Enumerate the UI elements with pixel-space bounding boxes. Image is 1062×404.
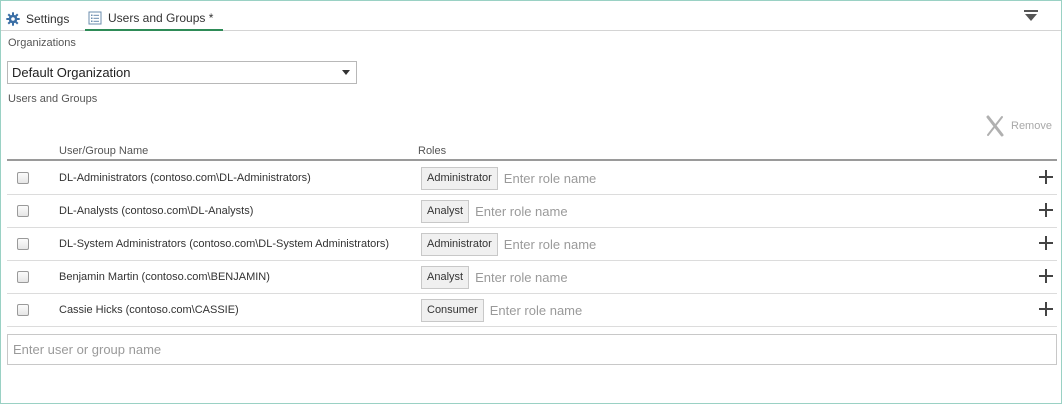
role-tag[interactable]: Analyst <box>421 265 470 289</box>
tab-bar: Settings Users and Groups * <box>1 1 1061 31</box>
role-name-input[interactable] <box>503 232 804 256</box>
table-row: DL-System Administrators (contoso.com\DL… <box>7 228 1057 261</box>
table-row: DL-Administrators (contoso.com\DL-Admini… <box>7 162 1057 195</box>
chevron-down-icon <box>342 70 350 75</box>
add-user-or-group-input[interactable] <box>7 334 1057 365</box>
roles-cell: Administrator <box>421 166 804 190</box>
tab-users-label: Users and Groups * <box>108 10 214 25</box>
gear-icon <box>5 11 21 27</box>
role-name-input[interactable] <box>475 199 776 223</box>
row-checkbox[interactable] <box>17 238 29 250</box>
user-group-name: Benjamin Martin (contoso.com\BENJAMIN) <box>59 271 270 283</box>
add-role-icon[interactable] <box>1039 236 1053 250</box>
column-header-name: User/Group Name <box>59 145 149 157</box>
add-role-icon[interactable] <box>1039 203 1053 217</box>
row-checkbox[interactable] <box>17 304 29 316</box>
organizations-label: Organizations <box>8 37 76 49</box>
add-role-icon[interactable] <box>1039 170 1053 184</box>
user-group-name: DL-Administrators (contoso.com\DL-Admini… <box>59 172 311 184</box>
row-checkbox[interactable] <box>17 172 29 184</box>
tab-settings-label: Settings <box>26 11 70 26</box>
role-tag[interactable]: Consumer <box>421 298 484 322</box>
remove-label: Remove <box>1011 120 1052 132</box>
roles-cell: Analyst <box>421 199 776 223</box>
table-row: Cassie Hicks (contoso.com\CASSIE) Consum… <box>7 294 1057 327</box>
organization-selected-value: Default Organization <box>12 65 131 80</box>
add-role-icon[interactable] <box>1039 269 1053 283</box>
role-name-input[interactable] <box>503 166 804 190</box>
users-and-groups-label: Users and Groups <box>8 93 98 105</box>
remove-icon <box>986 115 1004 137</box>
overflow-menu-icon[interactable] <box>1023 9 1039 23</box>
roles-cell: Administrator <box>421 232 804 256</box>
column-header-roles: Roles <box>418 145 447 157</box>
tab-users-and-groups[interactable]: Users and Groups * <box>85 6 223 31</box>
user-group-name: DL-Analysts (contoso.com\DL-Analysts) <box>59 205 254 217</box>
user-group-name: DL-System Administrators (contoso.com\DL… <box>59 238 390 250</box>
row-checkbox[interactable] <box>17 271 29 283</box>
roles-cell: Consumer <box>421 298 790 322</box>
role-name-input[interactable] <box>489 298 790 322</box>
tab-settings[interactable]: Settings <box>5 6 69 31</box>
role-tag[interactable]: Analyst <box>421 199 470 223</box>
role-name-input[interactable] <box>475 265 776 289</box>
row-checkbox[interactable] <box>17 205 29 217</box>
list-icon <box>87 10 103 26</box>
role-tag[interactable]: Administrator <box>421 166 498 190</box>
organization-dropdown[interactable]: Default Organization <box>7 61 357 84</box>
remove-button[interactable]: Remove <box>985 114 1052 138</box>
user-group-name: Cassie Hicks (contoso.com\CASSIE) <box>59 304 239 316</box>
table-row: Benjamin Martin (contoso.com\BENJAMIN) A… <box>7 261 1057 294</box>
role-tag[interactable]: Administrator <box>421 232 498 256</box>
roles-cell: Analyst <box>421 265 776 289</box>
table-row: DL-Analysts (contoso.com\DL-Analysts) An… <box>7 195 1057 228</box>
users-table-body: DL-Administrators (contoso.com\DL-Admini… <box>7 162 1057 327</box>
table-header: User/Group Name Roles <box>7 144 1057 161</box>
app-window: Settings Users and Groups * Organization… <box>0 0 1062 404</box>
add-role-icon[interactable] <box>1039 302 1053 316</box>
